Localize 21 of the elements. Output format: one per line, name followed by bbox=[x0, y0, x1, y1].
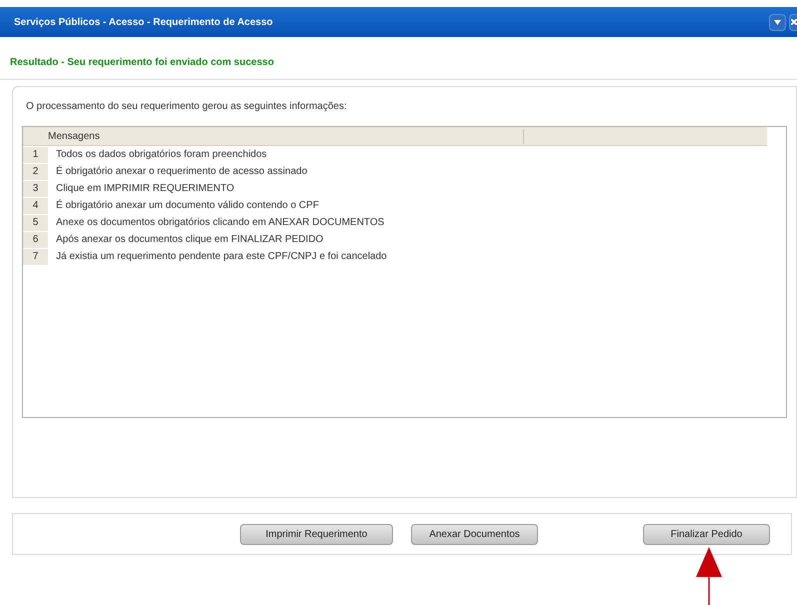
column-header: Mensagens bbox=[48, 128, 524, 144]
row-number: 7 bbox=[23, 248, 48, 264]
row-number: 6 bbox=[23, 232, 48, 248]
finish-button[interactable]: Finalizar Pedido bbox=[643, 524, 770, 544]
intro-text: O processamento do seu requerimento gerou as seguintes informações: bbox=[26, 100, 348, 114]
row-number: 5 bbox=[23, 214, 48, 230]
row-number: 4 bbox=[23, 198, 48, 214]
row-number: 1 bbox=[23, 146, 48, 162]
row-number: 2 bbox=[23, 164, 48, 180]
row-number: 3 bbox=[23, 180, 48, 196]
print-button[interactable]: Imprimir Requerimento bbox=[240, 524, 393, 544]
message-cell: É obrigatório anexar um documento válido contendo o CPF bbox=[56, 198, 319, 213]
message-cell-text: Após anexar os documentos clique em FINALIZAR PEDIDO bbox=[56, 233, 324, 247]
window-title: Serviços Públicos - Acesso - Requerimento de Acesso bbox=[14, 16, 273, 30]
attach-button[interactable]: Anexar Documentos bbox=[411, 524, 538, 544]
message-cell-text: Já existia um requerimento pendente para este CPF/CNPJ e foi cancelado bbox=[56, 250, 387, 264]
message-cell-text: Todos os dados obrigatórios foram preenchidos bbox=[56, 148, 267, 162]
message-cell: É obrigatório anexar o requerimento de acesso assinado bbox=[56, 164, 308, 179]
message-cell-text: Clique em IMPRIMIR REQUERIMENTO bbox=[56, 182, 234, 196]
message-cell-text: Anexe os documentos obrigatórios clicando em ANEXAR DOCUMENTOS bbox=[56, 216, 384, 230]
result-heading: Resultado - Seu requerimento foi enviado com sucesso bbox=[10, 57, 274, 68]
